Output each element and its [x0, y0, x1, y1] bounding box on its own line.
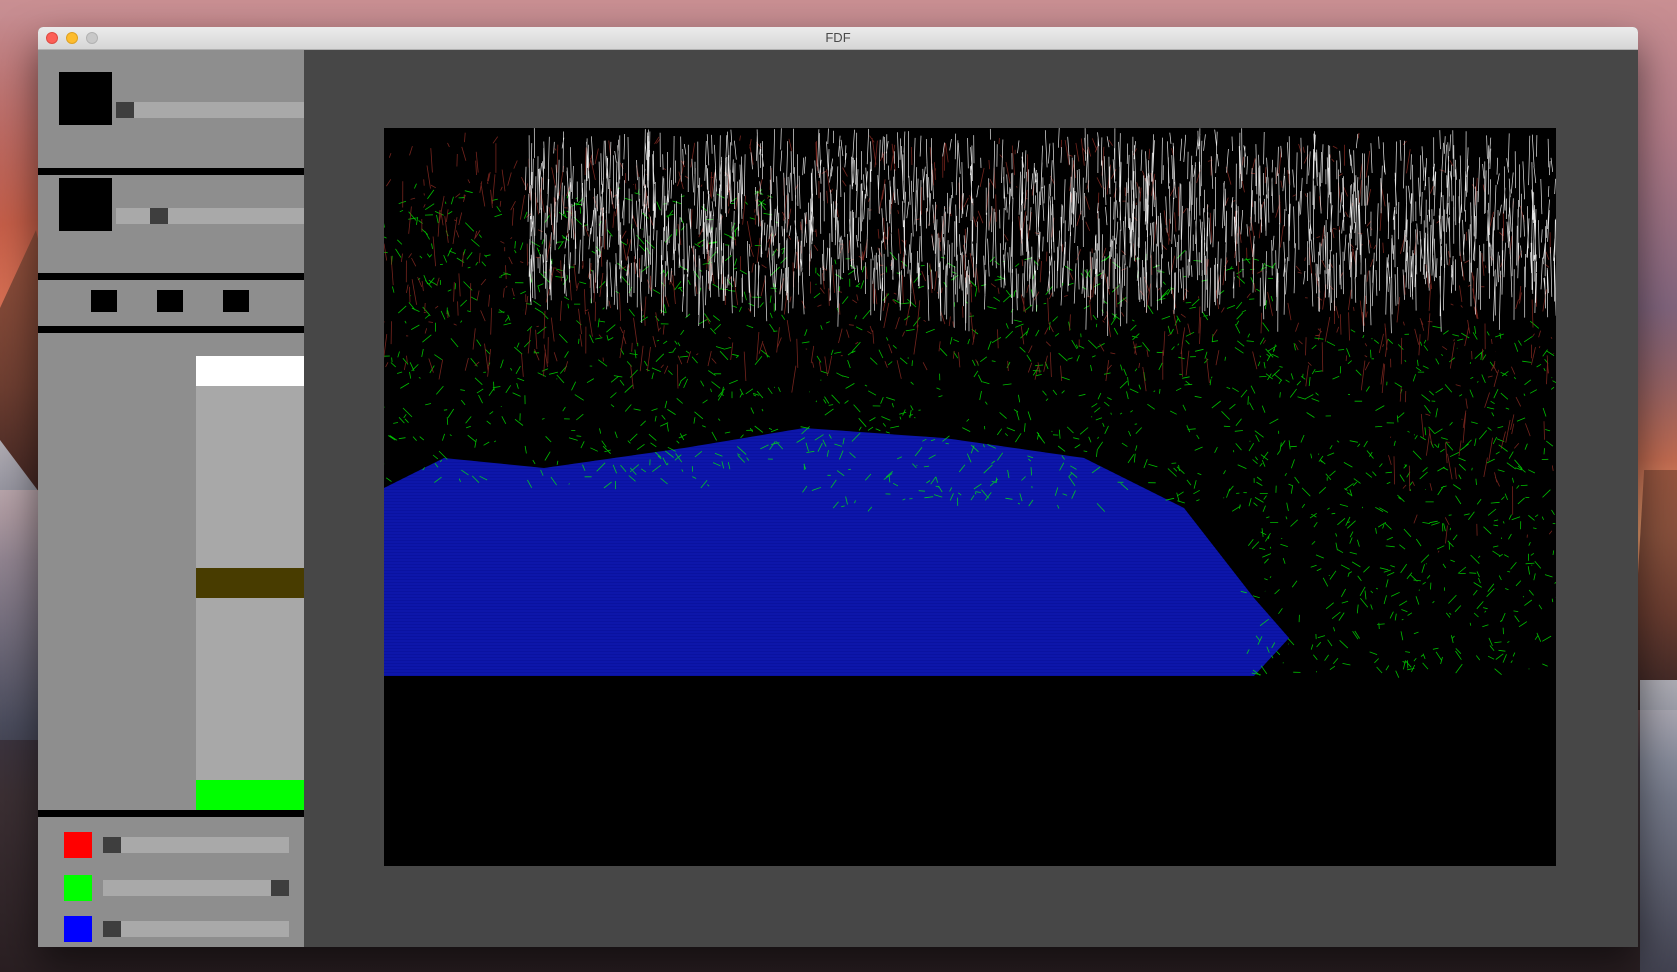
- snow-wireframe: [525, 128, 1556, 337]
- blue-channel-track[interactable]: [103, 921, 289, 937]
- section-divider: [38, 168, 304, 175]
- green-channel-swatch: [64, 875, 92, 901]
- blue-channel-handle[interactable]: [103, 921, 121, 937]
- water-area: [384, 428, 1289, 676]
- gradient-stop-top[interactable]: [196, 356, 304, 386]
- slider-1-track[interactable]: [116, 102, 304, 118]
- title-bar[interactable]: FDF: [38, 27, 1638, 50]
- tool-button-2[interactable]: [157, 290, 183, 312]
- slider-2-handle[interactable]: [150, 208, 168, 224]
- gradient-stop-middle[interactable]: [196, 568, 304, 598]
- section-divider: [38, 810, 304, 817]
- slider-1-handle[interactable]: [116, 102, 134, 118]
- control-sidebar: [38, 50, 304, 947]
- window-title: FDF: [825, 30, 851, 45]
- wallpaper-mountain-right: [1640, 680, 1677, 972]
- slider-2-preview-swatch: [59, 178, 112, 231]
- gradient-stop-bottom[interactable]: [196, 780, 304, 810]
- section-divider: [38, 273, 304, 280]
- tool-button-1[interactable]: [91, 290, 117, 312]
- height-gradient-editor[interactable]: [196, 356, 304, 810]
- tool-button-3[interactable]: [223, 290, 249, 312]
- wireframe-terrain-render: [384, 128, 1556, 678]
- render-viewport[interactable]: [384, 128, 1556, 866]
- fdf-window: FDF: [38, 27, 1638, 947]
- slider-2-track[interactable]: [116, 208, 304, 224]
- blue-channel-swatch: [64, 916, 92, 942]
- red-channel-handle[interactable]: [103, 837, 121, 853]
- red-channel-swatch: [64, 832, 92, 858]
- section-divider: [38, 326, 304, 333]
- green-channel-track[interactable]: [103, 880, 289, 896]
- green-channel-handle[interactable]: [271, 880, 289, 896]
- red-channel-track[interactable]: [103, 837, 289, 853]
- slider-1-preview-swatch: [59, 72, 112, 125]
